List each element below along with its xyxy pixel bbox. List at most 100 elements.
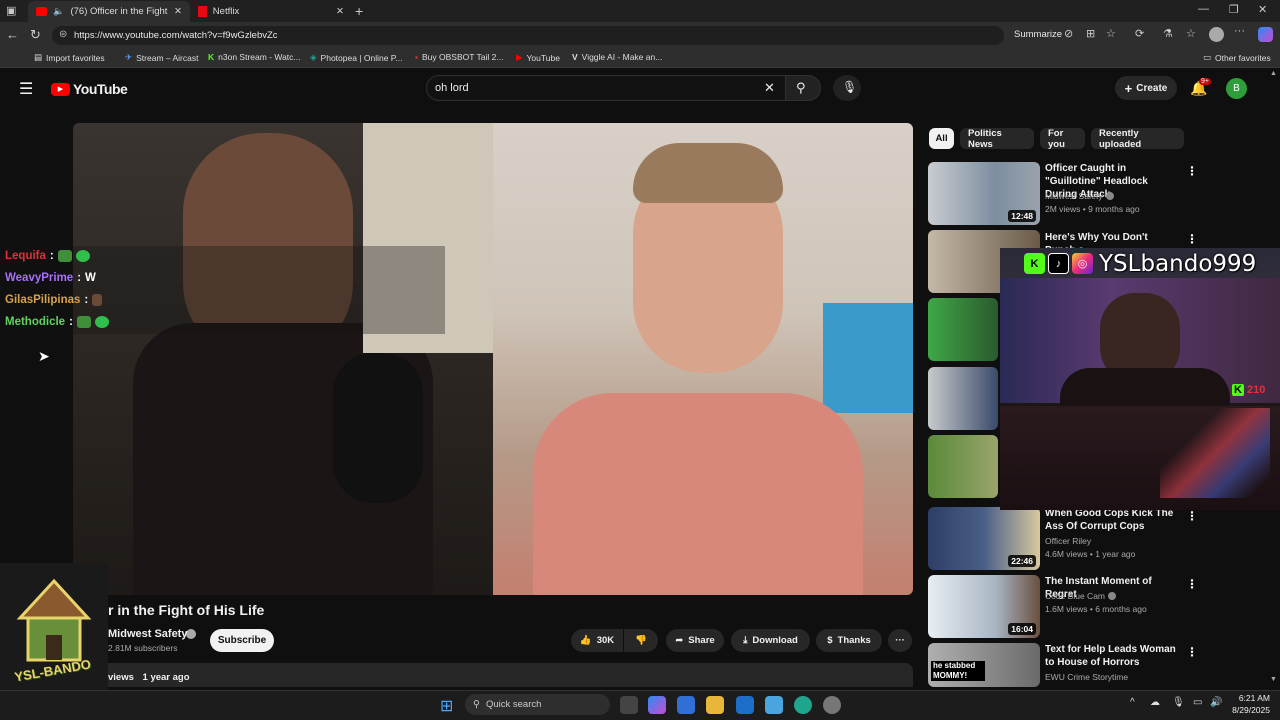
new-tab-icon[interactable]: + [355,3,363,19]
bookmark-obsbot[interactable]: ▪ Buy OBSBOT Tail 2... [415,52,503,62]
channel-name[interactable]: Midwest Safety [108,628,187,640]
search-icon: ⚲ [796,80,806,95]
favorite-star-icon[interactable]: ☆ [1106,27,1116,40]
recommended-video[interactable]: 12:48 Officer Caught in "Guillotine" Hea… [928,162,1268,226]
channel-label: EWU Crime Storytime [1045,672,1129,682]
close-window-icon[interactable]: ✕ [1258,3,1267,16]
subscribe-button[interactable]: Subscribe [210,629,274,652]
menu-icon[interactable]: ☰ [19,79,33,99]
audio-icon[interactable]: 🔈 [53,6,64,17]
bookmark-viggle[interactable]: V Viggle AI - Make an... [572,52,662,62]
dislike-button[interactable]: 👎 [624,629,658,652]
recommended-meta: 4.6M views • 1 year ago [1045,549,1136,559]
kick-logo-icon: K [1024,253,1045,274]
clear-search-icon[interactable]: ✕ [764,80,775,96]
windows-start-icon[interactable]: ⊞ [440,696,453,716]
url-field[interactable]: ⊜ https://www.youtube.com/watch?v=f9wGzl… [52,26,1004,45]
task-view-icon[interactable] [620,696,638,714]
network-icon[interactable]: ▭ [1193,697,1202,708]
photos-icon[interactable] [765,696,783,714]
bookmark-n3on[interactable]: Kn3on Stream - Watc... [208,52,301,62]
more-vertical-icon[interactable]: ⋮ [1186,645,1198,659]
like-button[interactable]: 👍 30K [571,629,623,652]
other-favorites[interactable]: ▭ Other favorites [1203,52,1271,63]
thanks-button[interactable]: $ Thanks [816,629,882,652]
more-vertical-icon[interactable]: ⋮ [1186,509,1198,523]
show-hidden-icons-icon[interactable]: ^ [1130,697,1135,708]
taskbar-search-placeholder: Quick search [485,699,542,710]
reader-icon[interactable]: ⊘ [1064,27,1073,40]
taskbar-clock[interactable]: 6:21 AM 8/29/2025 [1226,692,1270,716]
file-explorer-icon[interactable] [706,696,724,714]
video-thumbnail[interactable]: 16:04 [928,575,1040,638]
more-menu-icon[interactable]: ··· [1234,25,1245,37]
copilot-taskbar-icon[interactable] [648,696,666,714]
settings-gear-icon[interactable] [823,696,841,714]
microphone-prop [333,353,423,503]
tab-actions-icon[interactable]: ▣ [6,4,16,17]
emote-icon [94,316,109,328]
summarize-button[interactable]: Summarize [1014,29,1062,40]
refresh-icon[interactable]: ↻ [30,27,41,43]
extensions-icon[interactable]: ⟳ [1135,27,1144,40]
volume-icon[interactable]: 🔊 [1210,697,1222,708]
download-button[interactable]: ⤓ Download [731,629,810,652]
more-vertical-icon[interactable]: ⋮ [1186,232,1198,246]
copilot-icon[interactable] [1258,27,1273,42]
store-icon[interactable] [677,696,695,714]
chip-politics-news[interactable]: Politics News [960,128,1034,150]
logo-text: YouTube [73,81,128,97]
scroll-down-icon[interactable]: ▼ [1270,676,1277,683]
split-screen-icon[interactable]: ⚗ [1163,27,1173,40]
video-thumbnail[interactable]: 12:48 [928,162,1040,225]
video-thumbnail[interactable] [928,367,998,430]
back-icon[interactable]: ← [6,27,19,42]
more-actions-button[interactable]: ··· [888,629,912,652]
voice-search-button[interactable]: 🎙 [833,75,861,101]
tab-netflix[interactable]: Netflix ✕ [190,1,352,22]
account-avatar[interactable]: B [1226,78,1247,99]
recommended-video[interactable]: 16:04 The Instant Moment of Regret Code … [928,575,1268,639]
bookmark-youtube[interactable]: ▶ YouTube [516,52,560,63]
restore-icon[interactable]: ❐ [1229,3,1239,16]
favorites-icon[interactable]: ☆ [1186,27,1196,40]
recommended-video[interactable]: he stabbed MOMMY! Text for Help Leads Wo… [928,643,1268,687]
more-vertical-icon[interactable]: ⋮ [1186,164,1198,178]
search-input[interactable]: oh lord ✕ [426,75,786,101]
rgb-keyboard [1160,408,1270,498]
scroll-up-icon[interactable]: ▲ [1270,70,1277,77]
video-thumbnail[interactable]: he stabbed MOMMY! [928,643,1040,687]
close-tab-icon[interactable]: ✕ [336,6,344,17]
edge-icon[interactable] [794,696,812,714]
taskbar-search[interactable]: ⚲ Quick search [465,694,610,715]
bookmark-photopea[interactable]: ◈ Photopea | Online P... [310,52,402,63]
apps-icon[interactable]: ⊞ [1086,27,1095,40]
more-vertical-icon[interactable]: ⋮ [1186,577,1198,591]
profile-icon[interactable] [1209,27,1224,42]
youtube-logo[interactable]: ▶ YouTube [51,81,128,97]
minimize-icon[interactable]: — [1198,3,1209,15]
search-button[interactable]: ⚲ [785,75,821,101]
description-box[interactable] [100,663,913,687]
create-button[interactable]: + Create [1115,76,1177,100]
mic-tray-icon[interactable]: 🎙 [1172,697,1185,708]
tab-youtube[interactable]: 🔈 (76) Officer in the Fight of His Life … [28,1,190,22]
bookmark-import[interactable]: ▤ Import favorites [34,52,105,63]
kick-small-icon: K [1232,384,1244,396]
chip-for-you[interactable]: For you [1040,128,1085,150]
chip-all[interactable]: All [929,128,954,149]
video-thumbnail[interactable] [928,435,998,498]
video-thumbnail[interactable] [928,298,998,361]
recommended-video[interactable]: 22:46 When Good Cops Kick The Ass Of Cor… [928,507,1268,571]
video-thumbnail[interactable]: 22:46 [928,507,1040,570]
close-tab-icon[interactable]: ✕ [174,6,182,17]
chip-recently-uploaded[interactable]: Recently uploaded [1091,128,1184,150]
cloud-icon[interactable]: ☁ [1150,697,1160,708]
tab-title: Netflix [212,6,240,17]
share-button[interactable]: ➦ Share [666,629,724,652]
recommended-channel: Officer Riley [1045,536,1091,546]
outlook-icon[interactable] [736,696,754,714]
bookmark-aircast[interactable]: ✈ Stream – Aircast [125,52,198,63]
video-player[interactable] [73,123,913,595]
site-info-icon[interactable]: ⊜ [59,29,67,40]
